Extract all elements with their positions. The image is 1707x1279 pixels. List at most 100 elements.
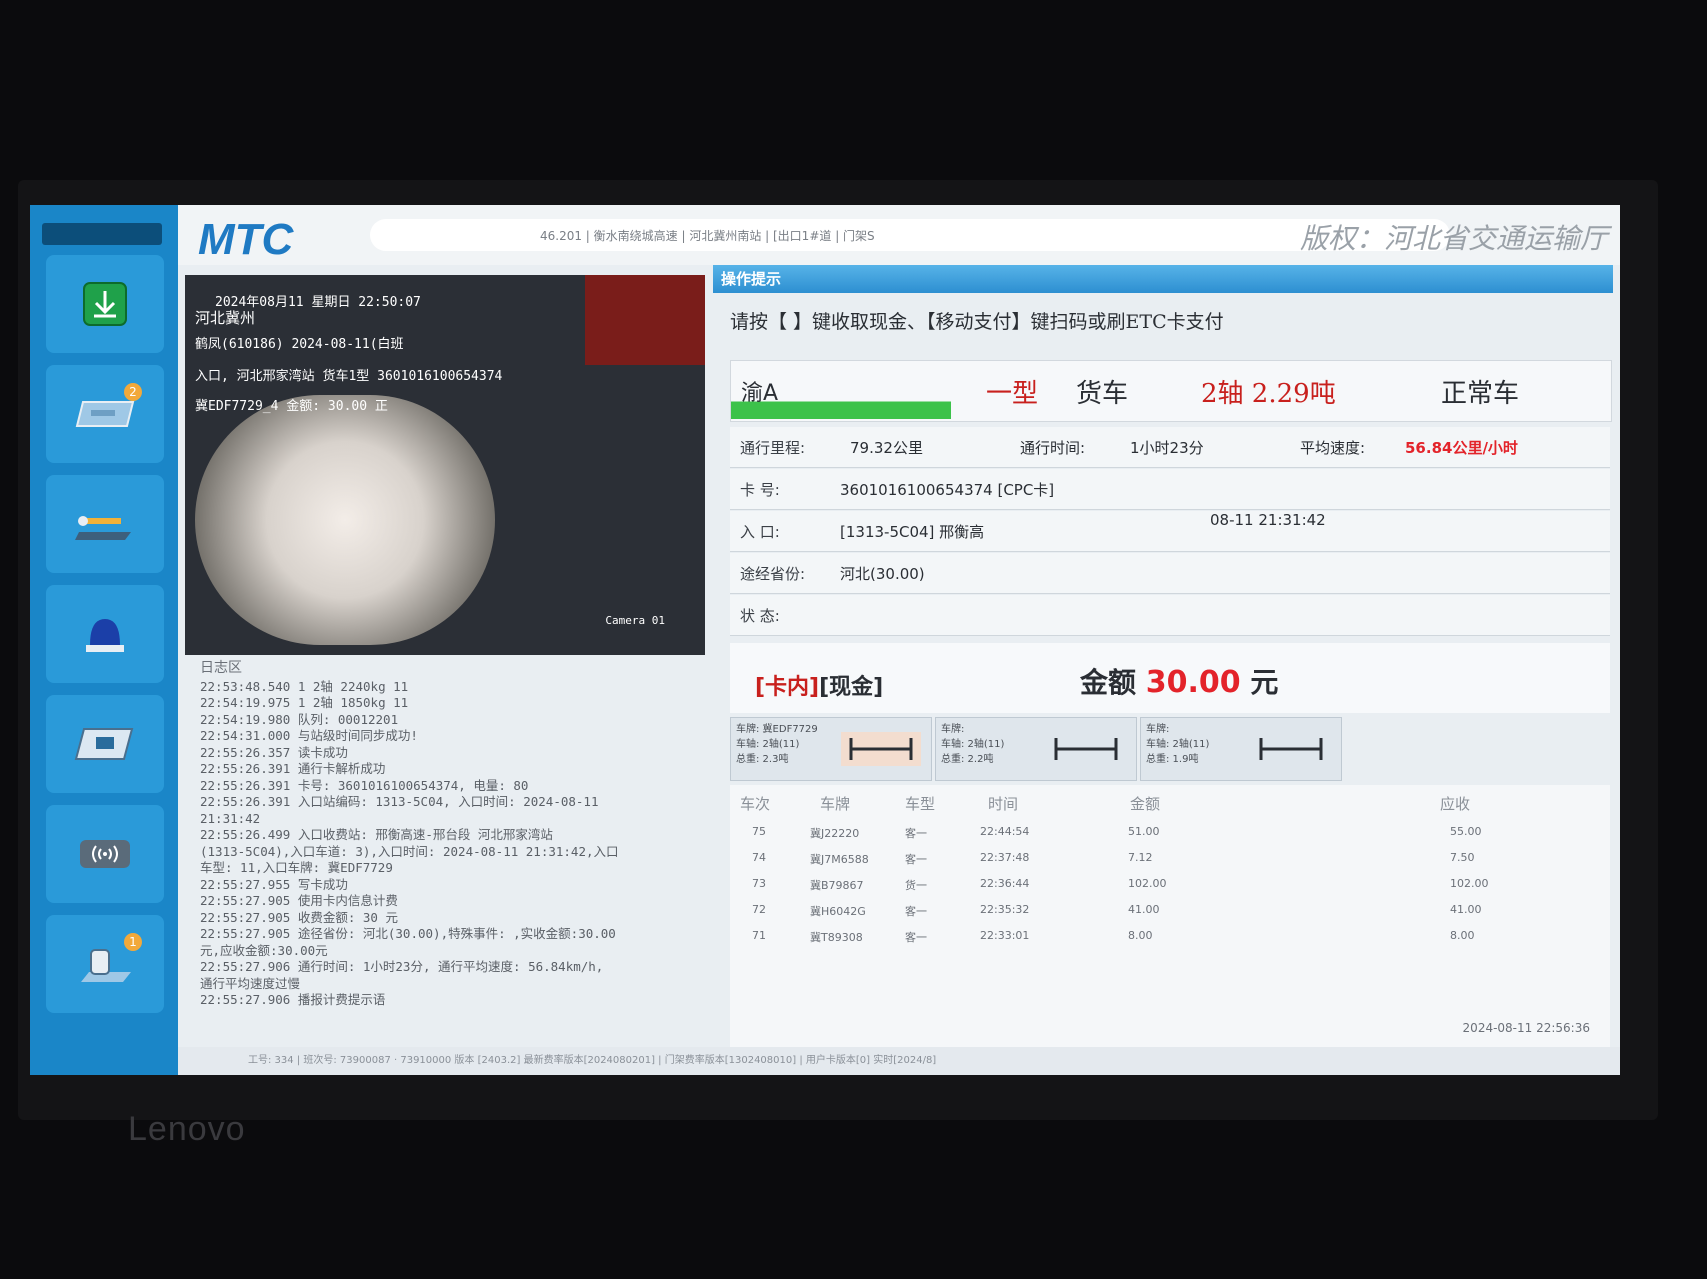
- row-plate: 冀J22220: [810, 827, 860, 840]
- row-number: 74: [752, 851, 766, 864]
- table-row[interactable]: 75 冀J22220 客一 22:44:54 51.00 55.00: [730, 819, 1610, 845]
- row-due: 55.00: [1450, 825, 1482, 838]
- log-line: 22:55:27.905 收费金额: 30 元: [200, 909, 398, 925]
- mileage-value: 79.32公里: [850, 439, 923, 457]
- log-line: 22:55:26.391 入口站编码: 1313-5C04, 入口时间: 202…: [200, 794, 599, 809]
- vehicle-kind: 货车: [1076, 379, 1129, 409]
- row-type: 货一: [905, 879, 927, 892]
- log-line: 21:31:42: [200, 810, 261, 826]
- axle-card-plate: 车牌: 冀EDF7729: [736, 724, 818, 735]
- alarm-light-icon: [86, 619, 124, 652]
- axle-diagram-icon: [841, 732, 921, 766]
- row-number: 71: [752, 929, 766, 942]
- transaction-history-table: 车次 车牌 车型 时间 金额 应收 75 冀J22220 客一 22:44:54…: [730, 785, 1610, 1055]
- log-line: 22:55:26.391 卡号: 3601016100654374, 电量: 8…: [200, 777, 529, 793]
- mtc-logo: MTC: [198, 215, 294, 264]
- entry-label: 入 口:: [740, 523, 780, 541]
- vehicle-status: 正常车: [1441, 379, 1520, 409]
- axle-card-axles: 车轴: 2轴(11): [1146, 739, 1210, 750]
- log-line: 22:54:31.000 与站级时间同步成功!: [200, 728, 418, 743]
- camera-overlay-line: 冀EDF7729_4 金额: 30.00 正: [195, 399, 388, 414]
- table-row[interactable]: 74 冀J7M6588 客一 22:37:48 7.12 7.50: [730, 845, 1610, 871]
- axle-card[interactable]: 车牌: 车轴: 2轴(11) 总重: 1.9吨: [1140, 717, 1342, 781]
- row-due: 41.00: [1450, 903, 1482, 916]
- axle-card[interactable]: 车牌: 冀EDF7729 车轴: 2轴(11) 总重: 2.3吨: [730, 717, 932, 781]
- log-line: 22:55:27.905 途径省份: 河北(30.00),特殊事件: ,实收金额…: [200, 926, 616, 941]
- state-info-row: 状 态:: [730, 595, 1610, 636]
- copyright: 版权：河北省交通运输厅: [1299, 224, 1608, 255]
- row-time: 22:33:01: [980, 929, 1030, 942]
- log-line: 22:53:48.540 1 2轴 2240kg 11: [200, 678, 409, 694]
- log-line: 车型: 11,入口车牌: 冀EDF7729: [200, 860, 393, 875]
- log-line: 22:55:27.905 使用卡内信息计费: [200, 893, 398, 908]
- trip-info-row: 通行里程: 79.32公里 通行时间: 1小时23分 平均速度: 56.84公里…: [730, 427, 1610, 468]
- card-label: 卡 号:: [740, 481, 780, 499]
- mileage-label: 通行里程:: [740, 439, 806, 457]
- vehicle-summary-row: 渝A 一型 货车 2轴 2.29吨 正常车: [730, 360, 1612, 422]
- card-reader-icon: [74, 728, 134, 760]
- row-amount: 102.00: [1128, 877, 1167, 890]
- entry-value: [1313-5C04] 邢衡高: [840, 523, 985, 541]
- wireless-button[interactable]: [46, 805, 164, 903]
- axle-card-weight: 总重: 2.2吨: [941, 754, 994, 765]
- entry-time: 08-11 21:31:42: [1210, 511, 1326, 529]
- table-row[interactable]: 73 冀B79867 货一 22:36:44 102.00 102.00: [730, 871, 1610, 897]
- province-info-row: 途经省份: 河北(30.00): [730, 553, 1610, 594]
- province-label: 途经省份:: [740, 565, 806, 583]
- entry-info-row: 入 口: [1313-5C04] 邢衡高 08-11 21:31:42: [730, 511, 1610, 552]
- card-info-row: 卡 号: 3601016100654374 [CPC卡]: [730, 469, 1610, 510]
- column-header: 车次: [740, 795, 771, 813]
- status-footer: 工号: 334 | 班次号: 73900087 · 73910000 版本 [2…: [178, 1047, 1620, 1075]
- axle-card-plate: 车牌:: [1146, 724, 1170, 735]
- system-clock: 2024-08-11 22:56:36: [1462, 1021, 1590, 1035]
- pay-flag-cash: [现金]: [819, 675, 884, 700]
- camera-overlay-line: 入口, 河北邢家湾站 货车1型 3601016100654374: [195, 369, 503, 384]
- row-time: 22:44:54: [980, 825, 1030, 838]
- vehicle-class: 一型: [986, 379, 1039, 409]
- axle-history: 车牌: 冀EDF7729 车轴: 2轴(11) 总重: 2.3吨 车牌: 车轴:…: [730, 717, 1610, 782]
- table-row[interactable]: 71 冀T89308 客一 22:33:01 8.00 8.00: [730, 923, 1610, 949]
- row-plate: 冀T89308: [810, 931, 863, 944]
- axle-card-axles: 车轴: 2轴(11): [736, 739, 800, 750]
- log-line: 22:55:27.906 通行时间: 1小时23分, 通行平均速度: 56.84…: [200, 959, 604, 974]
- duration-value: 1小时23分: [1130, 439, 1204, 457]
- row-number: 73: [752, 877, 766, 890]
- plate-box: 渝A: [731, 361, 951, 419]
- log-line: 元,应收金额:30.00元: [200, 942, 328, 958]
- axle-card-weight: 总重: 1.9吨: [1146, 754, 1199, 765]
- card-button[interactable]: 2: [46, 365, 164, 463]
- axle-weight: 2轴 2.29吨: [1201, 379, 1336, 409]
- station-info-bar: 46.201 | 衡水南绕城高速 | 河北冀州南站 | [出口1#道 | 门架S: [370, 219, 1450, 251]
- row-time: 22:37:48: [980, 851, 1030, 864]
- monitor-brand: Lenovo: [128, 1110, 246, 1148]
- barrier-button[interactable]: [46, 475, 164, 573]
- axle-diagram-icon: [1259, 738, 1323, 760]
- card-reader-button[interactable]: [46, 695, 164, 793]
- row-due: 7.50: [1450, 851, 1475, 864]
- axle-card-weight: 总重: 2.3吨: [736, 754, 789, 765]
- row-due: 102.00: [1450, 877, 1489, 890]
- operation-panel-title: 操作提示: [713, 265, 1613, 293]
- axle-card-plate: 车牌:: [941, 724, 965, 735]
- row-time: 22:35:32: [980, 903, 1030, 916]
- amount-label: 金额: [1080, 666, 1137, 699]
- row-amount: 8.00: [1128, 929, 1153, 942]
- table-row[interactable]: 72 冀H6042G 客一 22:35:32 41.00 41.00: [730, 897, 1610, 923]
- row-plate: 冀H6042G: [810, 905, 866, 918]
- log-line: 22:54:19.975 1 2轴 1850kg 11: [200, 695, 409, 710]
- province-value: 河北(30.00): [840, 565, 925, 583]
- pay-flag-card: [卡内]: [755, 675, 820, 700]
- amount-row: [卡内][现金] 金额 30.00 元: [730, 643, 1610, 713]
- card-count-badge: 2: [124, 383, 142, 401]
- row-type: 客一: [905, 931, 927, 944]
- alarm-button[interactable]: [46, 585, 164, 683]
- log-line: 22:55:26.499 入口收费站: 邢衡高速-邢台段 河北邢家湾站: [200, 827, 553, 842]
- axle-card[interactable]: 车牌: 车轴: 2轴(11) 总重: 2.2吨: [935, 717, 1137, 781]
- download-button[interactable]: [46, 255, 164, 353]
- camera-view: 2024年08月11 星期日 22:50:07 河北冀州 鹤凤(610186) …: [185, 275, 705, 655]
- vehicle-queue-button[interactable]: 1: [46, 915, 164, 1013]
- row-type: 客一: [905, 905, 927, 918]
- log-title: 日志区: [200, 660, 242, 676]
- amount-unit: 元: [1250, 666, 1279, 699]
- amount-display: 金额 30.00 元: [1080, 661, 1278, 701]
